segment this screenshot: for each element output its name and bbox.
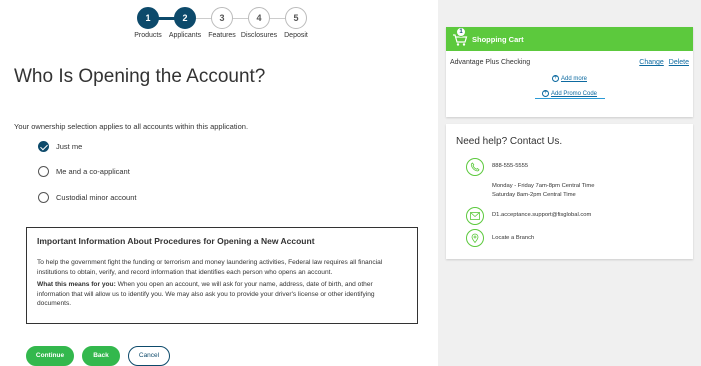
cart-divider (534, 98, 605, 100)
info-bold-lead: What this means for you: (37, 281, 116, 289)
change-link[interactable]: Change (639, 59, 664, 66)
add-more-label: Add more (560, 76, 587, 83)
step-label: Deposit (284, 32, 308, 39)
help-title: Need help? Contact Us. (456, 136, 563, 147)
option-label: Just me (56, 142, 83, 151)
cart-header: 1 Shopping Cart (446, 27, 693, 51)
plus-circle-icon: + (541, 90, 549, 98)
progress-stepper: 1 Products 2 Applicants 3 Features 4 Dis… (130, 7, 310, 53)
back-button[interactable]: Back (82, 346, 120, 366)
cart-item: Advantage Plus Checking Change Delete (446, 51, 693, 66)
radio-unchecked-icon[interactable] (38, 192, 49, 203)
step-deposit: 5 Deposit (261, 7, 331, 39)
info-paragraph: To help the government fight the funding… (37, 259, 383, 276)
help-phone[interactable]: 888-555-5555 (492, 162, 528, 171)
shopping-cart-icon: 1 (452, 27, 468, 47)
main-panel: 1 Products 2 Applicants 3 Features 4 Dis… (0, 0, 438, 366)
add-more-link[interactable]: + Add more (446, 75, 693, 82)
continue-button[interactable]: Continue (26, 346, 74, 366)
option-co-applicant[interactable]: Me and a co-applicant (38, 166, 130, 177)
location-pin-icon (466, 229, 484, 247)
help-hours-saturday: Saturday 8am-2pm Central Time (492, 192, 576, 198)
cart-item-name: Advantage Plus Checking (450, 59, 531, 66)
cart-title: Shopping Cart (472, 34, 524, 44)
add-promo-label: Add Promo Code (550, 91, 598, 98)
help-email[interactable]: D1.acceptance.support@fisglobal.com (492, 211, 591, 220)
radio-checked-icon[interactable] (38, 141, 49, 152)
radio-unchecked-icon[interactable] (38, 166, 49, 177)
delete-link[interactable]: Delete (669, 59, 689, 66)
locate-branch-link[interactable]: Locate a Branch (492, 234, 534, 243)
info-paragraph-what-this-means: What this means for you: When you open a… (37, 280, 407, 309)
mail-icon (466, 207, 484, 225)
important-info-box: Important Information About Procedures f… (26, 227, 418, 324)
cart-item-actions: Change Delete (636, 59, 689, 66)
ownership-intro-text: Your ownership selection applies to all … (14, 122, 249, 131)
option-label: Me and a co-applicant (56, 167, 130, 176)
phone-icon (466, 158, 484, 176)
step-number: 5 (285, 7, 307, 29)
add-promo-code-link[interactable]: + Add Promo Code (446, 90, 693, 97)
option-label: Custodial minor account (56, 193, 137, 202)
help-panel: Need help? Contact Us. 888-555-5555 Mond… (446, 124, 693, 259)
help-hours-weekday: Monday - Friday 7am-8pm Central Time (492, 183, 595, 189)
shopping-cart-panel: 1 Shopping Cart Advantage Plus Checking … (446, 27, 693, 117)
info-title: Important Information About Procedures f… (37, 236, 315, 246)
plus-circle-icon: + (551, 75, 559, 82)
option-custodial-minor[interactable]: Custodial minor account (38, 192, 136, 203)
page-title: Who Is Opening the Account? (14, 66, 266, 87)
option-just-me[interactable]: Just me (38, 141, 82, 152)
cart-count-badge: 1 (456, 27, 466, 37)
cancel-button[interactable]: Cancel (128, 346, 170, 366)
